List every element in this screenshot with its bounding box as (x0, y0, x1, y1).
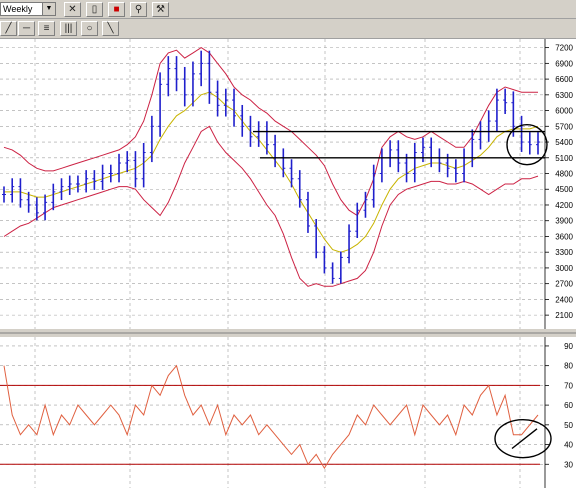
price-tick-label: 4800 (555, 170, 573, 179)
chevron-down-icon[interactable]: ▼ (42, 3, 55, 15)
price-tick-label: 6300 (555, 91, 573, 100)
rsi-tick-label: 90 (564, 342, 573, 351)
rsi-panel-bg (0, 337, 545, 488)
trendline-icon[interactable]: ╱ (0, 21, 17, 36)
new-icon[interactable]: ▯ (86, 2, 103, 17)
tools-icon[interactable]: ⚒ (152, 2, 169, 17)
price-tick-label: 6000 (555, 107, 573, 116)
rsi-tick-label: 80 (564, 362, 573, 371)
price-tick-label: 5400 (555, 138, 573, 147)
period-value: Weekly (3, 4, 33, 14)
pencil-icon[interactable]: ╲ (102, 21, 119, 36)
price-tick-label: 4200 (555, 201, 573, 210)
columns-icon[interactable]: ||| (60, 21, 77, 36)
chart-area[interactable]: 2100 2400 2700 3000 3300 3600 3900 4200 4500 4800… (0, 39, 576, 488)
price-tick-label: 6600 (555, 75, 573, 84)
price-tick-label: 2100 (555, 311, 573, 320)
rsi-tick-label: 70 (564, 381, 573, 390)
price-tick-label: 3900 (555, 217, 573, 226)
compare-icon[interactable]: ✕ (64, 2, 81, 17)
price-tick-label: 4500 (555, 185, 573, 194)
price-tick-label: 3600 (555, 232, 573, 241)
price-tick-label: 2400 (555, 295, 573, 304)
rsi-tick-label: 60 (564, 401, 573, 410)
zoom-icon[interactable]: ⚲ (130, 2, 147, 17)
ellipse-icon[interactable]: ○ (81, 21, 98, 36)
rsi-tick-label: 50 (564, 421, 573, 430)
color-icon[interactable]: ■ (108, 2, 125, 17)
period-select[interactable]: Weekly ▼ (0, 2, 56, 16)
price-panel-bg (0, 39, 545, 329)
price-tick-label: 2700 (555, 280, 573, 289)
price-tick-label: 3300 (555, 248, 573, 257)
list-icon[interactable]: ≡ (38, 21, 55, 36)
hline-icon[interactable]: ─ (18, 21, 35, 36)
price-tick-label: 5700 (555, 122, 573, 131)
price-tick-label: 7200 (555, 44, 573, 53)
main-toolbar: Weekly ▼ ✕ ▯ ■ ⚲ ⚒ (0, 0, 576, 19)
price-tick-label: 3000 (555, 264, 573, 273)
drawing-toolbar: ╱ ─ ≡ ||| ○ ╲ (0, 19, 576, 39)
price-tick-label: 5100 (555, 154, 573, 163)
price-tick-label: 6900 (555, 59, 573, 68)
rsi-tick-label: 30 (564, 460, 573, 469)
rsi-tick-label: 40 (564, 441, 573, 450)
